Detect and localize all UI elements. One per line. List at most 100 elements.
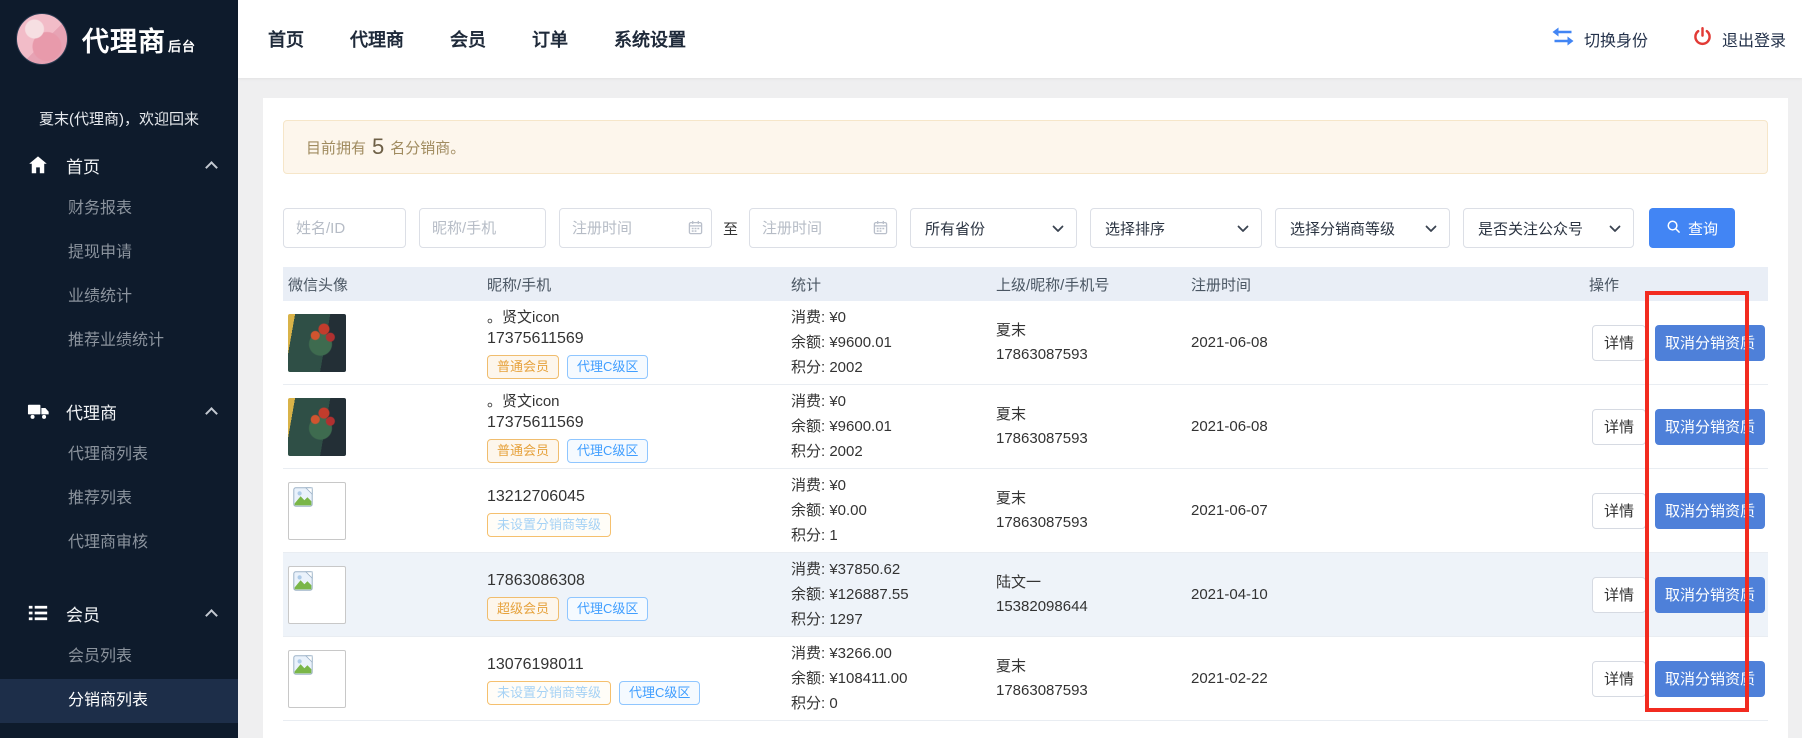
- sidebar-section-label: 会员: [66, 601, 100, 626]
- parent-phone: 17863087593: [996, 511, 1191, 535]
- switch-identity-label: 切换身份: [1584, 27, 1648, 51]
- home-icon: [26, 153, 50, 177]
- level-badge: 超级会员: [487, 597, 559, 621]
- truck-icon: [26, 399, 50, 423]
- balance-stat: 余额: ¥126887.55: [791, 582, 996, 607]
- detail-button[interactable]: 详情: [1592, 493, 1646, 529]
- member-phone: 17375611569: [487, 330, 791, 348]
- consume-stat: 消费: ¥3266.00: [791, 641, 996, 666]
- topnav-member[interactable]: 会员: [450, 26, 486, 52]
- cancel-distribution-button[interactable]: 取消分销资质: [1655, 325, 1765, 361]
- topnav-home[interactable]: 首页: [268, 26, 304, 52]
- parent-phone: 17863087593: [996, 679, 1191, 703]
- parent-name: 夏末: [996, 319, 1191, 343]
- points-stat: 积分: 1297: [791, 607, 996, 632]
- members-icon: [26, 601, 50, 625]
- name-id-input[interactable]: [283, 208, 406, 248]
- column-header-reg-time: 注册时间: [1191, 274, 1589, 295]
- level-badge: 代理C级区: [619, 681, 700, 705]
- sidebar-item-referral-list[interactable]: 推荐列表: [0, 477, 238, 521]
- province-select-value: 所有省份: [925, 218, 985, 239]
- sidebar-section-agent-header[interactable]: 代理商: [0, 389, 238, 433]
- nickname-cell: 13076198011 未设置分销商等级代理C级区: [487, 653, 791, 705]
- parent-name: 夏末: [996, 655, 1191, 679]
- sidebar-item-performance-stats[interactable]: 业绩统计: [0, 275, 238, 319]
- sort-select-value: 选择排序: [1105, 218, 1165, 239]
- brand-area: 代理商后台: [0, 0, 238, 78]
- badge-list: 未设置分销商等级: [487, 513, 791, 537]
- cancel-distribution-button[interactable]: 取消分销资质: [1655, 577, 1765, 613]
- points-stat: 积分: 1: [791, 523, 996, 548]
- level-badge: 代理C级区: [567, 439, 648, 463]
- detail-button[interactable]: 详情: [1592, 661, 1646, 697]
- cancel-distribution-button[interactable]: 取消分销资质: [1655, 661, 1765, 697]
- stats-cell: 消费: ¥37850.62 余额: ¥126887.55 积分: 1297: [791, 557, 996, 632]
- detail-button[interactable]: 详情: [1592, 409, 1646, 445]
- nickname-cell: 13212706045 未设置分销商等级: [487, 485, 791, 537]
- notice-prefix: 目前拥有: [306, 137, 366, 158]
- nickname-phone-input[interactable]: [419, 208, 546, 248]
- sidebar-item-member-list[interactable]: 会员列表: [0, 635, 238, 679]
- parent-phone: 17863087593: [996, 427, 1191, 451]
- sidebar-item-referral-performance-stats[interactable]: 推荐业绩统计: [0, 319, 238, 363]
- topnav-agent[interactable]: 代理商: [350, 26, 404, 52]
- brand-name: 代理商: [82, 27, 166, 57]
- nickname-cell: 。贤文icon 17375611569 普通会员代理C级区: [487, 306, 791, 379]
- balance-stat: 余额: ¥9600.01: [791, 330, 996, 355]
- stats-cell: 消费: ¥0 余额: ¥9600.01 积分: 2002: [791, 389, 996, 464]
- official-account-select[interactable]: 是否关注公众号: [1463, 208, 1634, 248]
- chevron-down-icon: [1425, 220, 1437, 237]
- search-button[interactable]: 查询: [1649, 208, 1735, 248]
- column-header-avatar: 微信头像: [283, 274, 487, 295]
- brand-suffix: 后台: [168, 39, 196, 54]
- sidebar-item-distributor-list[interactable]: 分销商列表: [0, 679, 238, 723]
- sort-select[interactable]: 选择排序: [1090, 208, 1262, 248]
- column-header-actions: 操作: [1589, 274, 1768, 295]
- sidebar-section-home-header[interactable]: 首页: [0, 143, 238, 187]
- topnav-system-settings[interactable]: 系统设置: [614, 26, 686, 52]
- column-header-parent: 上级/昵称/手机号: [996, 274, 1191, 295]
- parent-cell: 夏末 17863087593: [996, 487, 1191, 535]
- sidebar-item-agent-list[interactable]: 代理商列表: [0, 433, 238, 477]
- distributor-count: 5: [372, 134, 384, 160]
- distributor-level-select[interactable]: 选择分销商等级: [1275, 208, 1450, 248]
- cancel-distribution-button[interactable]: 取消分销资质: [1655, 493, 1765, 529]
- topnav-order[interactable]: 订单: [532, 26, 568, 52]
- stats-cell: 消费: ¥3266.00 余额: ¥108411.00 积分: 0: [791, 641, 996, 716]
- brand-title: 代理商后台: [82, 20, 196, 59]
- reg-time-end-input[interactable]: [749, 208, 897, 248]
- detail-button[interactable]: 详情: [1592, 325, 1646, 361]
- app-window: 代理商后台 夏末(代理商)，欢迎回来 首页 财务报表 提现申请 业绩统计 推荐业…: [0, 0, 1802, 738]
- reg-date-cell: 2021-06-07: [1191, 502, 1589, 519]
- power-icon: [1692, 26, 1713, 52]
- content-area: 目前拥有 5 名分销商。 至: [238, 78, 1802, 738]
- logout-button[interactable]: 退出登录: [1692, 26, 1786, 52]
- search-icon: [1666, 219, 1681, 238]
- chevron-up-icon: [205, 161, 218, 174]
- reg-time-start-input[interactable]: [559, 208, 712, 248]
- table-row: 。贤文icon 17375611569 普通会员代理C级区 消费: ¥0 余额:…: [283, 301, 1768, 385]
- nickname-cell: 。贤文icon 17375611569 普通会员代理C级区: [487, 390, 791, 463]
- welcome-text: 夏末(代理商)，欢迎回来: [0, 108, 238, 129]
- sidebar-section-member-header[interactable]: 会员: [0, 591, 238, 635]
- date-range-separator: 至: [723, 218, 738, 239]
- badge-list: 普通会员代理C级区: [487, 439, 791, 463]
- detail-button[interactable]: 详情: [1592, 577, 1646, 613]
- sidebar-item-agent-review[interactable]: 代理商审核: [0, 521, 238, 565]
- member-phone: 13076198011: [487, 656, 791, 674]
- cancel-distribution-button[interactable]: 取消分销资质: [1655, 409, 1765, 445]
- parent-phone: 17863087593: [996, 343, 1191, 367]
- avatar-cell: [283, 314, 487, 372]
- sidebar-section-member: 会员 会员列表 分销商列表: [0, 591, 238, 723]
- switch-identity-button[interactable]: 切换身份: [1551, 27, 1648, 51]
- sidebar-item-finance-report[interactable]: 财务报表: [0, 187, 238, 231]
- logout-label: 退出登录: [1722, 27, 1786, 51]
- reg-time-start-field: [559, 208, 712, 248]
- level-badge: 普通会员: [487, 355, 559, 379]
- province-select[interactable]: 所有省份: [910, 208, 1077, 248]
- reg-date-cell: 2021-06-08: [1191, 418, 1589, 435]
- wechat-avatar-photo: [288, 398, 346, 456]
- column-header-nickname-phone: 昵称/手机: [487, 274, 791, 295]
- sidebar-item-withdraw-apply[interactable]: 提现申请: [0, 231, 238, 275]
- member-nickname: 。贤文icon: [487, 390, 791, 411]
